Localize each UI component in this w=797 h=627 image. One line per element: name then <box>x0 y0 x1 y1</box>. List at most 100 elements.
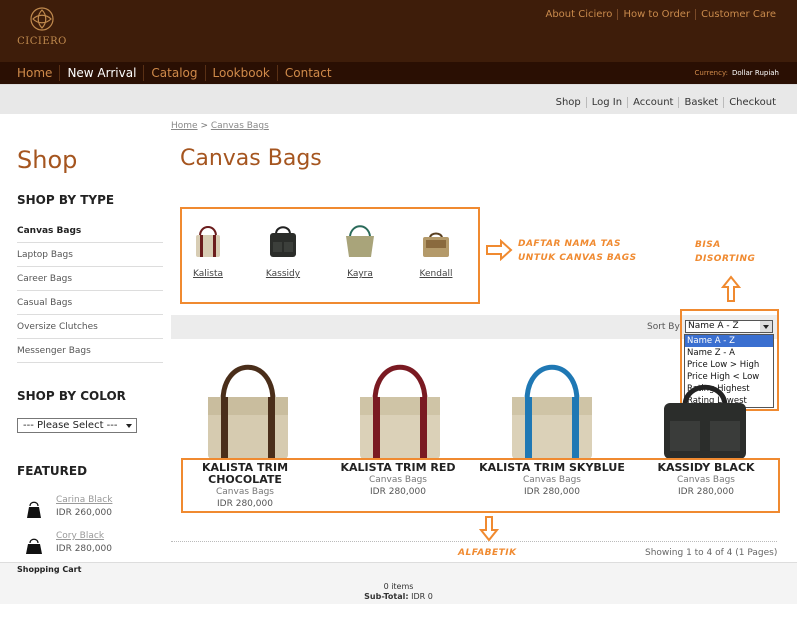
product-image-kalista-skyblue[interactable] <box>497 361 607 459</box>
product-image-kassidy-black[interactable] <box>650 361 760 459</box>
featured-heading: FEATURED <box>17 464 88 478</box>
sort-option-name-az[interactable]: Name A - Z <box>685 335 773 347</box>
product-category: Canvas Bags <box>369 475 427 485</box>
bag-thumbnail <box>423 232 449 257</box>
site-header: CICIERO About Ciciero How to Order Custo… <box>0 0 797 62</box>
featured-name[interactable]: Cory Black <box>56 531 104 541</box>
nav-contact[interactable]: Contact <box>276 65 339 81</box>
product-price: IDR 280,000 <box>678 487 734 497</box>
annotation-sortable: BISA DISORTING <box>695 238 755 266</box>
handbag-icon <box>26 538 42 554</box>
nav-catalog[interactable]: Catalog <box>143 65 204 81</box>
brand-name: CICIERO <box>17 36 67 47</box>
nav-new-arrival[interactable]: New Arrival <box>59 65 143 81</box>
mini-product-kalista[interactable]: Kalista <box>183 220 233 279</box>
mini-product-kassidy[interactable]: Kassidy <box>258 220 308 279</box>
product-card[interactable]: KALISTA TRIM SKYBLUE Canvas Bags IDR 280… <box>477 462 627 498</box>
currency-options[interactable]: Dollar Rupiah <box>732 69 779 77</box>
product-name[interactable]: KALISTA TRIM SKYBLUE <box>477 462 627 474</box>
product-category: Canvas Bags <box>216 487 274 497</box>
breadcrumb-home[interactable]: Home <box>171 121 198 131</box>
link-about[interactable]: About Ciciero <box>540 9 617 20</box>
product-card[interactable]: KALISTA TRIM RED Canvas Bags IDR 280,000 <box>323 462 473 498</box>
annotation-line: DISORTING <box>695 254 756 264</box>
mini-product-label[interactable]: Kalista <box>183 269 233 279</box>
type-casual-bags[interactable]: Casual Bags <box>17 291 163 315</box>
product-name[interactable]: KALISTA TRIM RED <box>323 462 473 474</box>
product-category: Canvas Bags <box>523 475 581 485</box>
product-card[interactable]: KALISTA TRIM CHOCOLATE Canvas Bags IDR 2… <box>170 462 320 510</box>
main-nav: Home New Arrival Catalog Lookbook Contac… <box>0 62 797 84</box>
nav-lookbook[interactable]: Lookbook <box>204 65 277 81</box>
pagination-summary: Showing 1 to 4 of 4 (1 Pages) <box>645 548 778 558</box>
page-title: Canvas Bags <box>180 146 322 171</box>
mini-product-label[interactable]: Kendall <box>411 269 461 279</box>
type-messenger-bags[interactable]: Messenger Bags <box>17 339 163 363</box>
top-links: About Ciciero How to Order Customer Care <box>540 9 781 20</box>
sort-select[interactable]: Name A - Z <box>685 320 773 333</box>
link-basket[interactable]: Basket <box>678 97 723 108</box>
type-career-bags[interactable]: Career Bags <box>17 267 163 291</box>
shop-by-type-heading: SHOP BY TYPE <box>17 193 115 207</box>
featured-price: IDR 280,000 <box>56 544 112 554</box>
mini-product-label[interactable]: Kayra <box>335 269 385 279</box>
product-category: Canvas Bags <box>677 475 735 485</box>
link-checkout[interactable]: Checkout <box>723 97 781 108</box>
breadcrumb-separator: > <box>197 121 211 131</box>
cart-title: Shopping Cart <box>17 565 82 574</box>
cart-subtotal-value: IDR 0 <box>411 592 433 601</box>
link-account[interactable]: Account <box>627 97 678 108</box>
featured-item[interactable]: Carina Black IDR 260,000 <box>17 495 167 525</box>
arrow-up-icon <box>721 275 741 302</box>
annotation-line: UNTUK CANVAS BAGS <box>518 253 637 263</box>
sort-option-name-za[interactable]: Name Z - A <box>685 347 773 359</box>
product-name[interactable]: KALISTA TRIM CHOCOLATE <box>170 462 320 486</box>
product-name[interactable]: KASSIDY BLACK <box>631 462 781 474</box>
sort-label: Sort By: <box>647 322 683 332</box>
currency-switch: Currency: Dollar Rupiah <box>695 69 779 77</box>
link-how-to-order[interactable]: How to Order <box>617 9 695 20</box>
shop-by-color-heading: SHOP BY COLOR <box>17 389 126 403</box>
logo-emblem-icon <box>30 7 54 31</box>
type-list: Canvas Bags Laptop Bags Career Bags Casu… <box>17 219 163 363</box>
featured-price: IDR 260,000 <box>56 508 112 518</box>
currency-label: Currency: <box>694 69 728 77</box>
mini-product-label[interactable]: Kassidy <box>258 269 308 279</box>
chevron-down-icon <box>126 424 132 428</box>
link-customer-care[interactable]: Customer Care <box>695 9 781 20</box>
type-oversize-clutches[interactable]: Oversize Clutches <box>17 315 163 339</box>
featured-name[interactable]: Carina Black <box>56 495 112 505</box>
product-image-kalista-chocolate[interactable] <box>193 361 303 459</box>
product-card[interactable]: KASSIDY BLACK Canvas Bags IDR 280,000 <box>631 462 781 498</box>
featured-item[interactable]: Cory Black IDR 280,000 <box>17 531 167 561</box>
page: CICIERO About Ciciero How to Order Custo… <box>0 0 797 627</box>
color-select-value: --- Please Select --- <box>23 420 118 431</box>
annotation-line: BISA <box>695 240 721 250</box>
brand-logo[interactable]: CICIERO <box>14 6 70 50</box>
cart-subtotal-label: Sub-Total: <box>364 592 409 601</box>
arrow-right-icon <box>486 239 513 261</box>
chevron-down-icon[interactable] <box>760 321 772 332</box>
sort-select-value: Name A - Z <box>688 321 739 331</box>
link-login[interactable]: Log In <box>585 97 627 108</box>
product-image-kalista-red[interactable] <box>345 361 455 459</box>
type-laptop-bags[interactable]: Laptop Bags <box>17 243 163 267</box>
bag-thumbnail <box>346 225 374 257</box>
arrow-down-icon <box>479 516 499 542</box>
sidebar-title: Shop <box>17 146 78 174</box>
mini-product-kayra[interactable]: Kayra <box>335 220 385 279</box>
cart-subtotal: Sub-Total: IDR 0 <box>0 592 797 601</box>
mini-product-kendall[interactable]: Kendall <box>411 220 461 279</box>
nav-home[interactable]: Home <box>10 65 59 81</box>
product-price: IDR 280,000 <box>524 487 580 497</box>
breadcrumb: Home > Canvas Bags <box>171 121 269 131</box>
product-price: IDR 280,000 <box>370 487 426 497</box>
type-canvas-bags[interactable]: Canvas Bags <box>17 219 163 243</box>
handbag-icon <box>27 501 41 518</box>
color-select[interactable]: --- Please Select --- <box>17 418 137 433</box>
link-shop[interactable]: Shop <box>551 97 586 108</box>
account-bar: Shop Log In Account Basket Checkout <box>0 84 797 114</box>
divider <box>171 541 777 542</box>
annotation-line: DAFTAR NAMA TAS <box>518 239 621 249</box>
breadcrumb-current[interactable]: Canvas Bags <box>211 121 269 131</box>
